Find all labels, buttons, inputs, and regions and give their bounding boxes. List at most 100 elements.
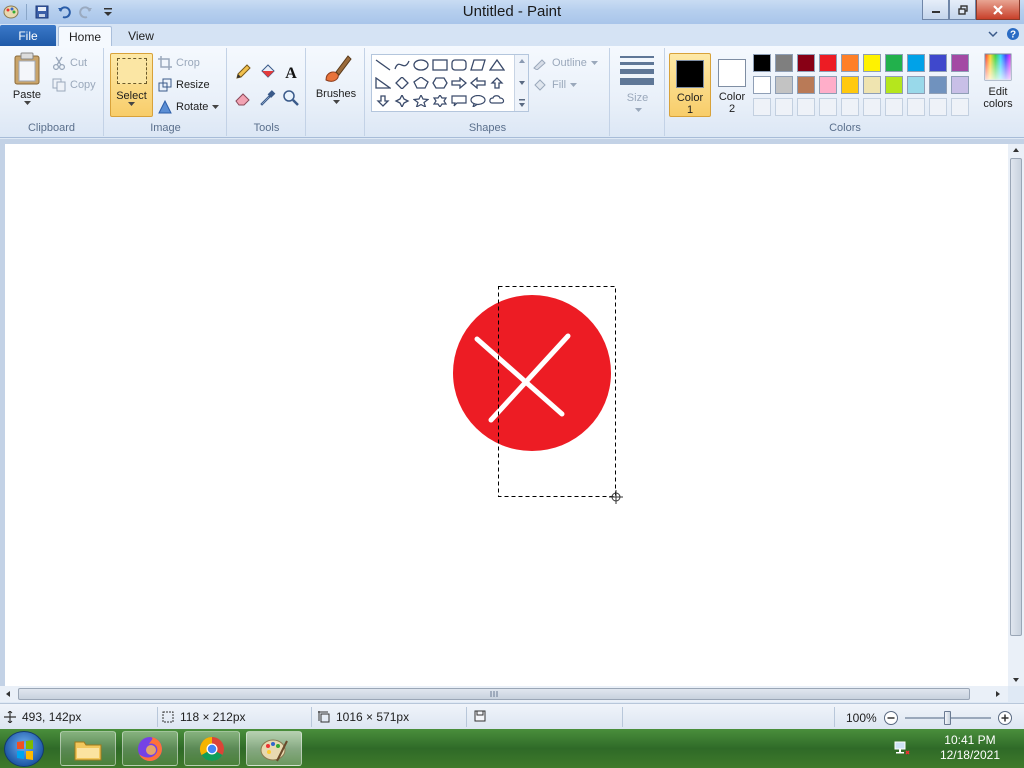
size-icon[interactable] xyxy=(620,56,654,89)
cloud-callout-shape-icon[interactable] xyxy=(488,93,506,109)
copy-button[interactable]: Copy xyxy=(52,78,96,92)
minimize-button[interactable] xyxy=(922,0,949,20)
help-icon[interactable]: ? xyxy=(1006,27,1020,41)
four-point-star-shape-icon[interactable] xyxy=(393,93,411,109)
size-label[interactable]: Size xyxy=(611,92,664,104)
eraser-tool[interactable] xyxy=(233,88,253,108)
down-arrow-shape-icon[interactable] xyxy=(374,93,392,109)
zoom-slider[interactable] xyxy=(904,710,991,726)
rotate-button[interactable]: Rotate xyxy=(158,100,220,114)
custom-color-slot[interactable] xyxy=(819,98,837,116)
rounded-rectangle-shape-icon[interactable] xyxy=(450,57,468,73)
horizontal-scroll-thumb[interactable] xyxy=(18,688,970,700)
color-picker-tool[interactable] xyxy=(257,88,277,108)
network-icon[interactable] xyxy=(894,740,910,756)
paste-button[interactable]: Paste xyxy=(8,52,46,106)
curve-shape-icon[interactable] xyxy=(393,57,411,73)
text-tool[interactable]: A xyxy=(281,62,301,82)
tab-home[interactable]: Home xyxy=(58,26,112,46)
minimize-ribbon-icon[interactable] xyxy=(988,29,998,39)
custom-color-slot[interactable] xyxy=(929,98,947,116)
color2-button[interactable]: Color 2 xyxy=(711,53,753,117)
cut-button[interactable]: Cut xyxy=(52,56,87,70)
restore-button[interactable] xyxy=(949,0,976,20)
taskbar-firefox[interactable] xyxy=(122,731,178,766)
resize-button[interactable]: Resize xyxy=(158,78,210,92)
right-triangle-shape-icon[interactable] xyxy=(374,75,392,91)
custom-color-slot[interactable] xyxy=(951,98,969,116)
custom-color-slot[interactable] xyxy=(885,98,903,116)
palette-swatch[interactable] xyxy=(951,54,969,72)
right-arrow-shape-icon[interactable] xyxy=(450,75,468,91)
pentagon-shape-icon[interactable] xyxy=(412,75,430,91)
fill-button[interactable]: Fill xyxy=(532,78,578,92)
palette-swatch[interactable] xyxy=(819,76,837,94)
custom-color-slot[interactable] xyxy=(907,98,925,116)
rectangle-shape-icon[interactable] xyxy=(431,57,449,73)
drawing-canvas[interactable] xyxy=(5,144,1008,686)
custom-color-slot[interactable] xyxy=(753,98,771,116)
palette-swatch[interactable] xyxy=(753,54,771,72)
zoom-out-icon[interactable] xyxy=(883,710,899,726)
custom-color-slot[interactable] xyxy=(797,98,815,116)
close-button[interactable] xyxy=(976,0,1020,20)
up-arrow-shape-icon[interactable] xyxy=(488,75,506,91)
palette-swatch[interactable] xyxy=(907,54,925,72)
oval-shape-icon[interactable] xyxy=(412,57,430,73)
palette-swatch[interactable] xyxy=(753,76,771,94)
palette-swatch[interactable] xyxy=(929,54,947,72)
shapes-scrollbar[interactable] xyxy=(514,55,528,111)
taskbar-explorer[interactable] xyxy=(60,731,116,766)
vertical-scroll-thumb[interactable] xyxy=(1010,158,1022,636)
horizontal-scrollbar[interactable] xyxy=(0,686,1008,702)
magnifier-tool[interactable] xyxy=(281,88,301,108)
edit-colors-button[interactable]: Edit colors xyxy=(976,52,1020,110)
diamond-shape-icon[interactable] xyxy=(393,75,411,91)
five-point-star-shape-icon[interactable] xyxy=(412,93,430,109)
taskbar-chrome[interactable] xyxy=(184,731,240,766)
palette-swatch[interactable] xyxy=(885,76,903,94)
palette-swatch[interactable] xyxy=(863,54,881,72)
custom-color-slot[interactable] xyxy=(775,98,793,116)
palette-swatch[interactable] xyxy=(841,54,859,72)
tab-view[interactable]: View xyxy=(116,26,166,46)
tab-file[interactable]: File xyxy=(0,25,56,46)
triangle-shape-icon[interactable] xyxy=(488,57,506,73)
palette-swatch[interactable] xyxy=(819,54,837,72)
palette-swatch[interactable] xyxy=(951,76,969,94)
taskbar-paint[interactable] xyxy=(246,731,302,766)
clock[interactable]: 10:41 PM 12/18/2021 xyxy=(940,733,1000,763)
scroll-up-icon[interactable] xyxy=(1008,144,1024,156)
palette-swatch[interactable] xyxy=(797,54,815,72)
fill-tool[interactable] xyxy=(257,62,277,82)
six-point-star-shape-icon[interactable] xyxy=(431,93,449,109)
scroll-down-icon[interactable] xyxy=(1008,674,1024,686)
scroll-left-icon[interactable] xyxy=(2,686,14,702)
color1-button[interactable]: Color 1 xyxy=(669,53,711,117)
rectangular-callout-shape-icon[interactable] xyxy=(450,93,468,109)
palette-swatch[interactable] xyxy=(863,76,881,94)
palette-swatch[interactable] xyxy=(929,76,947,94)
oval-callout-shape-icon[interactable] xyxy=(469,93,487,109)
palette-swatch[interactable] xyxy=(775,76,793,94)
start-button[interactable] xyxy=(4,731,44,767)
crop-button[interactable]: Crop xyxy=(158,56,200,70)
palette-swatch[interactable] xyxy=(797,76,815,94)
scroll-right-icon[interactable] xyxy=(992,686,1004,702)
palette-swatch[interactable] xyxy=(775,54,793,72)
zoom-in-icon[interactable] xyxy=(997,710,1013,726)
brushes-button[interactable]: Brushes xyxy=(313,52,359,105)
hexagon-shape-icon[interactable] xyxy=(431,75,449,91)
select-button[interactable]: Select xyxy=(110,53,153,117)
polygon-shape-icon[interactable] xyxy=(469,57,487,73)
line-shape-icon[interactable] xyxy=(374,57,392,73)
left-arrow-shape-icon[interactable] xyxy=(469,75,487,91)
palette-swatch[interactable] xyxy=(885,54,903,72)
palette-swatch[interactable] xyxy=(907,76,925,94)
pencil-tool[interactable] xyxy=(233,62,253,82)
palette-swatch[interactable] xyxy=(841,76,859,94)
custom-color-slot[interactable] xyxy=(863,98,881,116)
custom-color-slot[interactable] xyxy=(841,98,859,116)
zoom-slider-thumb[interactable] xyxy=(943,711,951,725)
outline-button[interactable]: Outline xyxy=(532,56,598,70)
